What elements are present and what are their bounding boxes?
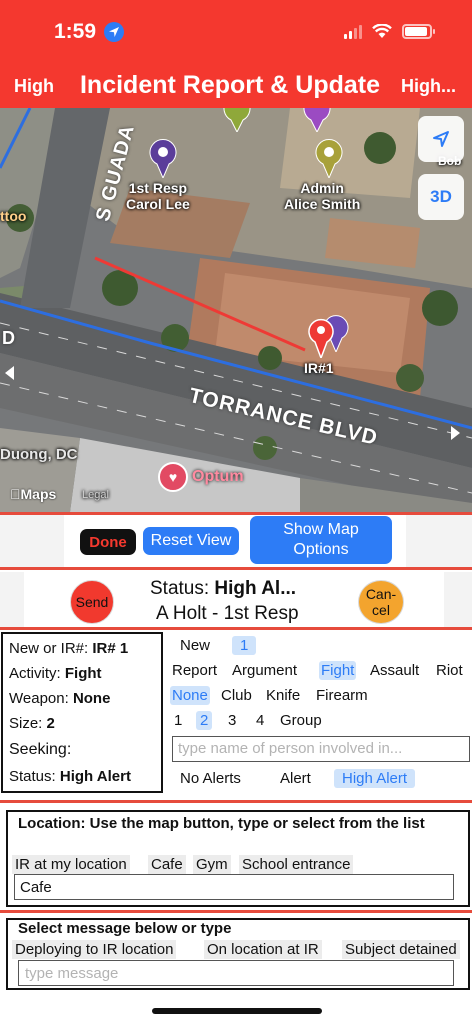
poi-label-ttoo: ttoo	[0, 208, 27, 224]
option-size-2[interactable]: 2	[196, 711, 213, 730]
summary-size-value: 2	[46, 715, 55, 732]
option-alert[interactable]: Alert	[278, 769, 313, 788]
map-3d-button[interactable]: 3D	[418, 174, 464, 220]
summary-weapon-label: Weapon:	[9, 690, 69, 707]
cellular-signal-icon	[344, 24, 362, 39]
message-chip-subject-detained[interactable]: Subject detained	[342, 940, 460, 959]
show-map-options-button[interactable]: Show Map Options	[250, 516, 392, 564]
section-divider	[0, 910, 472, 913]
status-icons	[344, 24, 435, 39]
send-button[interactable]: Send	[70, 580, 114, 624]
status-summary: Status: High Al...	[150, 578, 330, 600]
poi-label-duong: Duong, DC	[0, 446, 78, 463]
status-value: High Al...	[214, 578, 297, 599]
location-chip-cafe[interactable]: Cafe	[148, 855, 186, 874]
option-activity-report[interactable]: Report	[170, 661, 219, 680]
summary-seeking-label: Seeking:	[9, 741, 72, 758]
option-weapon-none[interactable]: None	[170, 686, 210, 705]
option-activity-assault[interactable]: Assault	[368, 661, 421, 680]
message-input[interactable]: type message	[18, 960, 454, 986]
option-weapon-firearm[interactable]: Firearm	[314, 686, 370, 705]
location-arrow-icon	[433, 131, 449, 147]
app-header: 1:59 High Incident Report & Update High.…	[0, 0, 472, 108]
maps-logo-text: Maps	[10, 486, 57, 502]
option-ir-1[interactable]: 1	[232, 636, 257, 655]
summary-activity-label: Activity:	[9, 665, 61, 682]
first-responder-pin[interactable]	[148, 138, 178, 178]
option-alert-high[interactable]: High Alert	[334, 769, 416, 788]
summary-activity: Activity: Fight	[9, 665, 102, 682]
map-track-location-button[interactable]	[418, 116, 464, 162]
summary-status-label: Status:	[9, 768, 56, 785]
option-weapon-knife[interactable]: Knife	[264, 686, 302, 705]
battery-icon	[402, 24, 435, 39]
summary-status-value: High Alert	[59, 768, 131, 785]
map-label-first-responder: 1st Resp Carol Lee	[126, 180, 190, 212]
summary-weapon: Weapon: None	[9, 690, 110, 707]
title-bar: High Incident Report & Update High...	[0, 70, 472, 104]
summary-ir-label: New or IR#:	[9, 640, 89, 657]
location-chip-gym[interactable]: Gym	[193, 855, 231, 874]
status-time: 1:59	[54, 20, 97, 43]
stethoscope-icon: ♥	[158, 462, 188, 492]
summary-activity-value: Fight	[64, 665, 102, 682]
apple-maps-logo: Maps	[10, 486, 56, 502]
location-chip-my-location[interactable]: IR at my location	[12, 855, 130, 874]
incident-pin-red[interactable]	[307, 318, 335, 358]
message-chip-on-location[interactable]: On location at IR	[204, 940, 322, 959]
admin-top-pin[interactable]	[302, 108, 332, 132]
option-activity-riot[interactable]: Riot	[434, 661, 465, 680]
message-title: Select message below or type	[18, 920, 232, 937]
green-pin[interactable]	[222, 108, 252, 132]
header-right-status[interactable]: High...	[401, 76, 456, 97]
option-weapon-club[interactable]: Club	[219, 686, 254, 705]
option-activity-argument[interactable]: Argument	[230, 661, 299, 680]
summary-size: Size: 2	[9, 715, 55, 732]
home-indicator[interactable]	[152, 1008, 322, 1014]
message-chip-deploying[interactable]: Deploying to IR location	[12, 940, 177, 959]
summary-size-label: Size:	[9, 715, 43, 732]
location-arrow-icon	[104, 22, 124, 42]
poi-optum-label: Optum	[192, 468, 244, 485]
option-ir-new[interactable]: New	[178, 636, 212, 655]
option-size-3[interactable]: 3	[226, 711, 238, 730]
ios-status-bar: 1:59	[0, 0, 472, 60]
option-size-1[interactable]: 1	[172, 711, 184, 730]
map-label-incident: IR#1	[304, 360, 334, 376]
status-label: Status:	[150, 578, 215, 599]
page-title: Incident Report & Update	[79, 71, 380, 99]
incident-map[interactable]: 1st Resp Carol Lee Admin Alice Smith IR#…	[0, 108, 472, 512]
map-legal-link[interactable]: Legal	[82, 489, 109, 501]
reporter-name: A Holt - 1st Resp	[156, 603, 299, 624]
incident-report-screen: 1:59 High Incident Report & Update High.…	[0, 0, 472, 1024]
section-divider	[0, 800, 472, 803]
admin-pin[interactable]	[314, 138, 344, 178]
street-label-d: D	[2, 328, 16, 348]
summary-ir-value: IR# 1	[92, 640, 129, 657]
header-left-status[interactable]: High	[14, 76, 54, 97]
summary-ir: New or IR#: IR# 1	[9, 640, 128, 657]
poi-optum[interactable]: ♥ Optum	[158, 462, 244, 492]
location-input[interactable]: Cafe	[14, 874, 454, 900]
location-chip-school-entrance[interactable]: School entrance	[239, 855, 354, 874]
option-size-group[interactable]: Group	[278, 711, 324, 730]
option-alert-none[interactable]: No Alerts	[178, 769, 243, 788]
option-size-4[interactable]: 4	[254, 711, 266, 730]
location-title: Location: Use the map button, type or se…	[18, 815, 425, 832]
done-button[interactable]: Done	[80, 529, 136, 555]
reset-view-button[interactable]: Reset View	[143, 527, 239, 555]
wifi-icon	[372, 24, 392, 38]
map-label-admin: Admin Alice Smith	[284, 180, 361, 212]
summary-status: Status: High Alert	[9, 768, 131, 785]
summary-seeking: Seeking:	[9, 741, 71, 759]
apple-logo-icon: 	[10, 486, 21, 502]
cancel-button[interactable]: Can- cel	[358, 580, 404, 624]
incident-summary: New or IR#: IR# 1 Activity: Fight Weapon…	[1, 632, 163, 793]
summary-weapon-value: None	[72, 690, 111, 707]
option-activity-fight[interactable]: Fight	[319, 661, 357, 680]
person-involved-input[interactable]: type name of person involved in...	[172, 736, 470, 762]
